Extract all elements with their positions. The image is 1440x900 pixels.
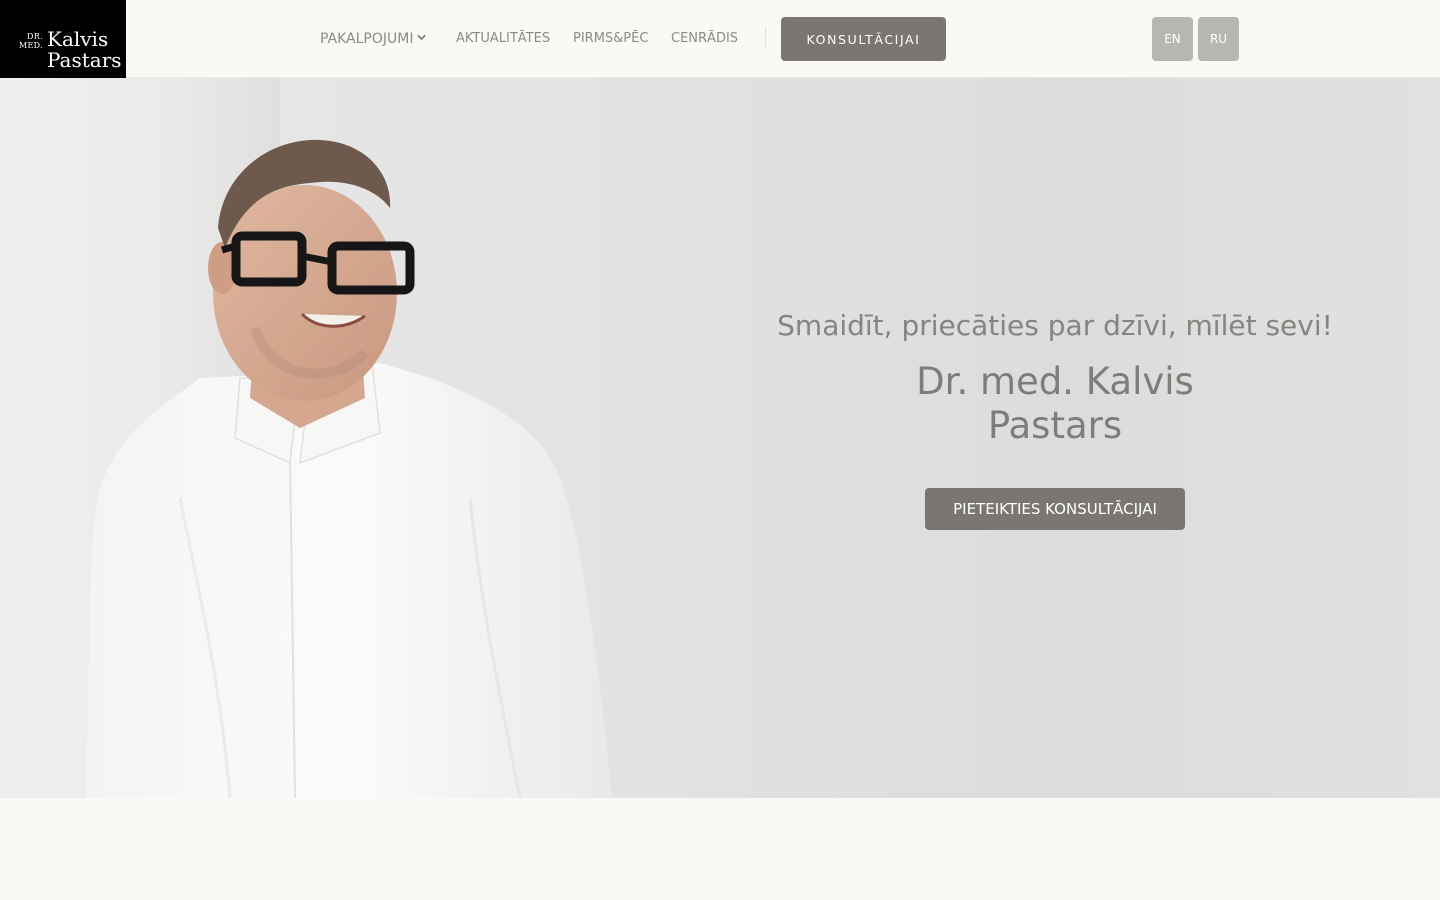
site-header: DR. MED. Kalvis Pastars PAKALPOJUMI AKTU… — [0, 0, 1440, 78]
logo-prefix: DR. MED. — [19, 32, 43, 50]
nav-services-label: PAKALPOJUMI — [320, 31, 414, 47]
nav-prices-link[interactable]: CENRĀDIS — [671, 30, 738, 48]
nav-divider — [765, 27, 766, 49]
language-en-button[interactable]: EN — [1152, 17, 1193, 61]
language-ru-button[interactable]: RU — [1198, 17, 1239, 61]
hero-doctor-name: Dr. med. Kalvis Pastars — [880, 360, 1230, 448]
logo-prefix-dr: DR. — [27, 32, 43, 41]
hero-tagline: Smaidīt, priecāties par dzīvi, mīlēt sev… — [777, 309, 1333, 342]
chevron-down-icon — [418, 34, 426, 40]
consultation-button[interactable]: KONSULTĀCIJAI — [781, 17, 946, 61]
hero-section: Smaidīt, priecāties par dzīvi, mīlēt sev… — [0, 78, 1440, 798]
nav-news-link[interactable]: AKTUALITĀTES — [456, 30, 550, 48]
hero-doctor-name-line2: Pastars — [987, 404, 1123, 447]
logo-last-name: Pastars — [47, 48, 122, 72]
nav-services-dropdown[interactable]: PAKALPOJUMI — [320, 30, 426, 48]
apply-consultation-button[interactable]: PIETEIKTIES KONSULTĀCIJAI — [925, 488, 1185, 530]
site-logo[interactable]: DR. MED. Kalvis Pastars — [0, 0, 126, 78]
logo-prefix-med: MED. — [19, 41, 43, 50]
nav-before-after-link[interactable]: PIRMS&PĒC — [573, 30, 648, 48]
doctor-portrait-image — [86, 139, 612, 798]
hero-doctor-name-line1: Dr. med. Kalvis — [916, 360, 1194, 403]
